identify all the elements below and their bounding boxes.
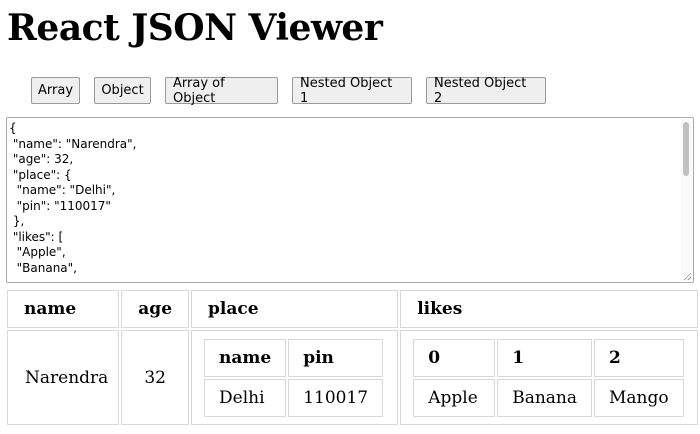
nested-object-2-button[interactable]: Nested Object 2 bbox=[426, 76, 546, 106]
array-button[interactable]: Array bbox=[31, 77, 80, 104]
json-input-text[interactable]: { "name": "Narendra", "age": 32, "place"… bbox=[9, 121, 677, 282]
cell-age: 32 bbox=[121, 330, 190, 425]
json-input-textarea[interactable]: { "name": "Narendra", "age": 32, "place"… bbox=[6, 117, 694, 283]
json-table: name age place likes Narendra 32 name pi… bbox=[5, 288, 700, 427]
table-header-row: name age place likes bbox=[7, 290, 698, 328]
nested-object-1-button[interactable]: Nested Object 1 bbox=[292, 76, 412, 106]
column-header-place: place bbox=[191, 290, 399, 328]
place-header-name: name bbox=[204, 338, 287, 377]
object-button[interactable]: Object bbox=[94, 77, 151, 104]
cell-likes: 0 1 2 Apple Banana Mango bbox=[400, 330, 698, 425]
column-header-age: age bbox=[121, 290, 190, 328]
likes-value-0: Apple bbox=[413, 378, 496, 417]
place-value-pin: 110017 bbox=[288, 378, 384, 417]
array-of-object-button[interactable]: Array of Object bbox=[165, 76, 278, 106]
column-header-likes: likes bbox=[400, 290, 698, 328]
page-title: React JSON Viewer bbox=[7, 7, 383, 49]
column-header-name: name bbox=[7, 290, 120, 328]
cell-place: name pin Delhi 110017 bbox=[191, 330, 399, 425]
subtable-row: Apple Banana Mango bbox=[413, 378, 685, 417]
cell-name: Narendra bbox=[7, 330, 120, 425]
place-value-name: Delhi bbox=[204, 378, 287, 417]
textarea-scrollbar[interactable] bbox=[681, 119, 692, 281]
resize-handle-icon[interactable] bbox=[683, 272, 691, 280]
place-subtable: name pin Delhi 110017 bbox=[202, 337, 385, 419]
likes-header-1: 1 bbox=[497, 338, 593, 377]
likes-subtable: 0 1 2 Apple Banana Mango bbox=[411, 337, 686, 419]
subtable-row: Delhi 110017 bbox=[204, 378, 384, 417]
scrollbar-thumb[interactable] bbox=[683, 122, 689, 176]
subtable-header-row: name pin bbox=[204, 338, 384, 377]
subtable-header-row: 0 1 2 bbox=[413, 338, 685, 377]
example-button-row: Array Object Array of Object Nested Obje… bbox=[31, 76, 546, 106]
table-row: Narendra 32 name pin Delhi 110017 0 1 2 bbox=[7, 330, 698, 425]
likes-value-1: Banana bbox=[497, 378, 593, 417]
likes-header-0: 0 bbox=[413, 338, 496, 377]
likes-value-2: Mango bbox=[594, 378, 685, 417]
likes-header-2: 2 bbox=[594, 338, 685, 377]
place-header-pin: pin bbox=[288, 338, 384, 377]
